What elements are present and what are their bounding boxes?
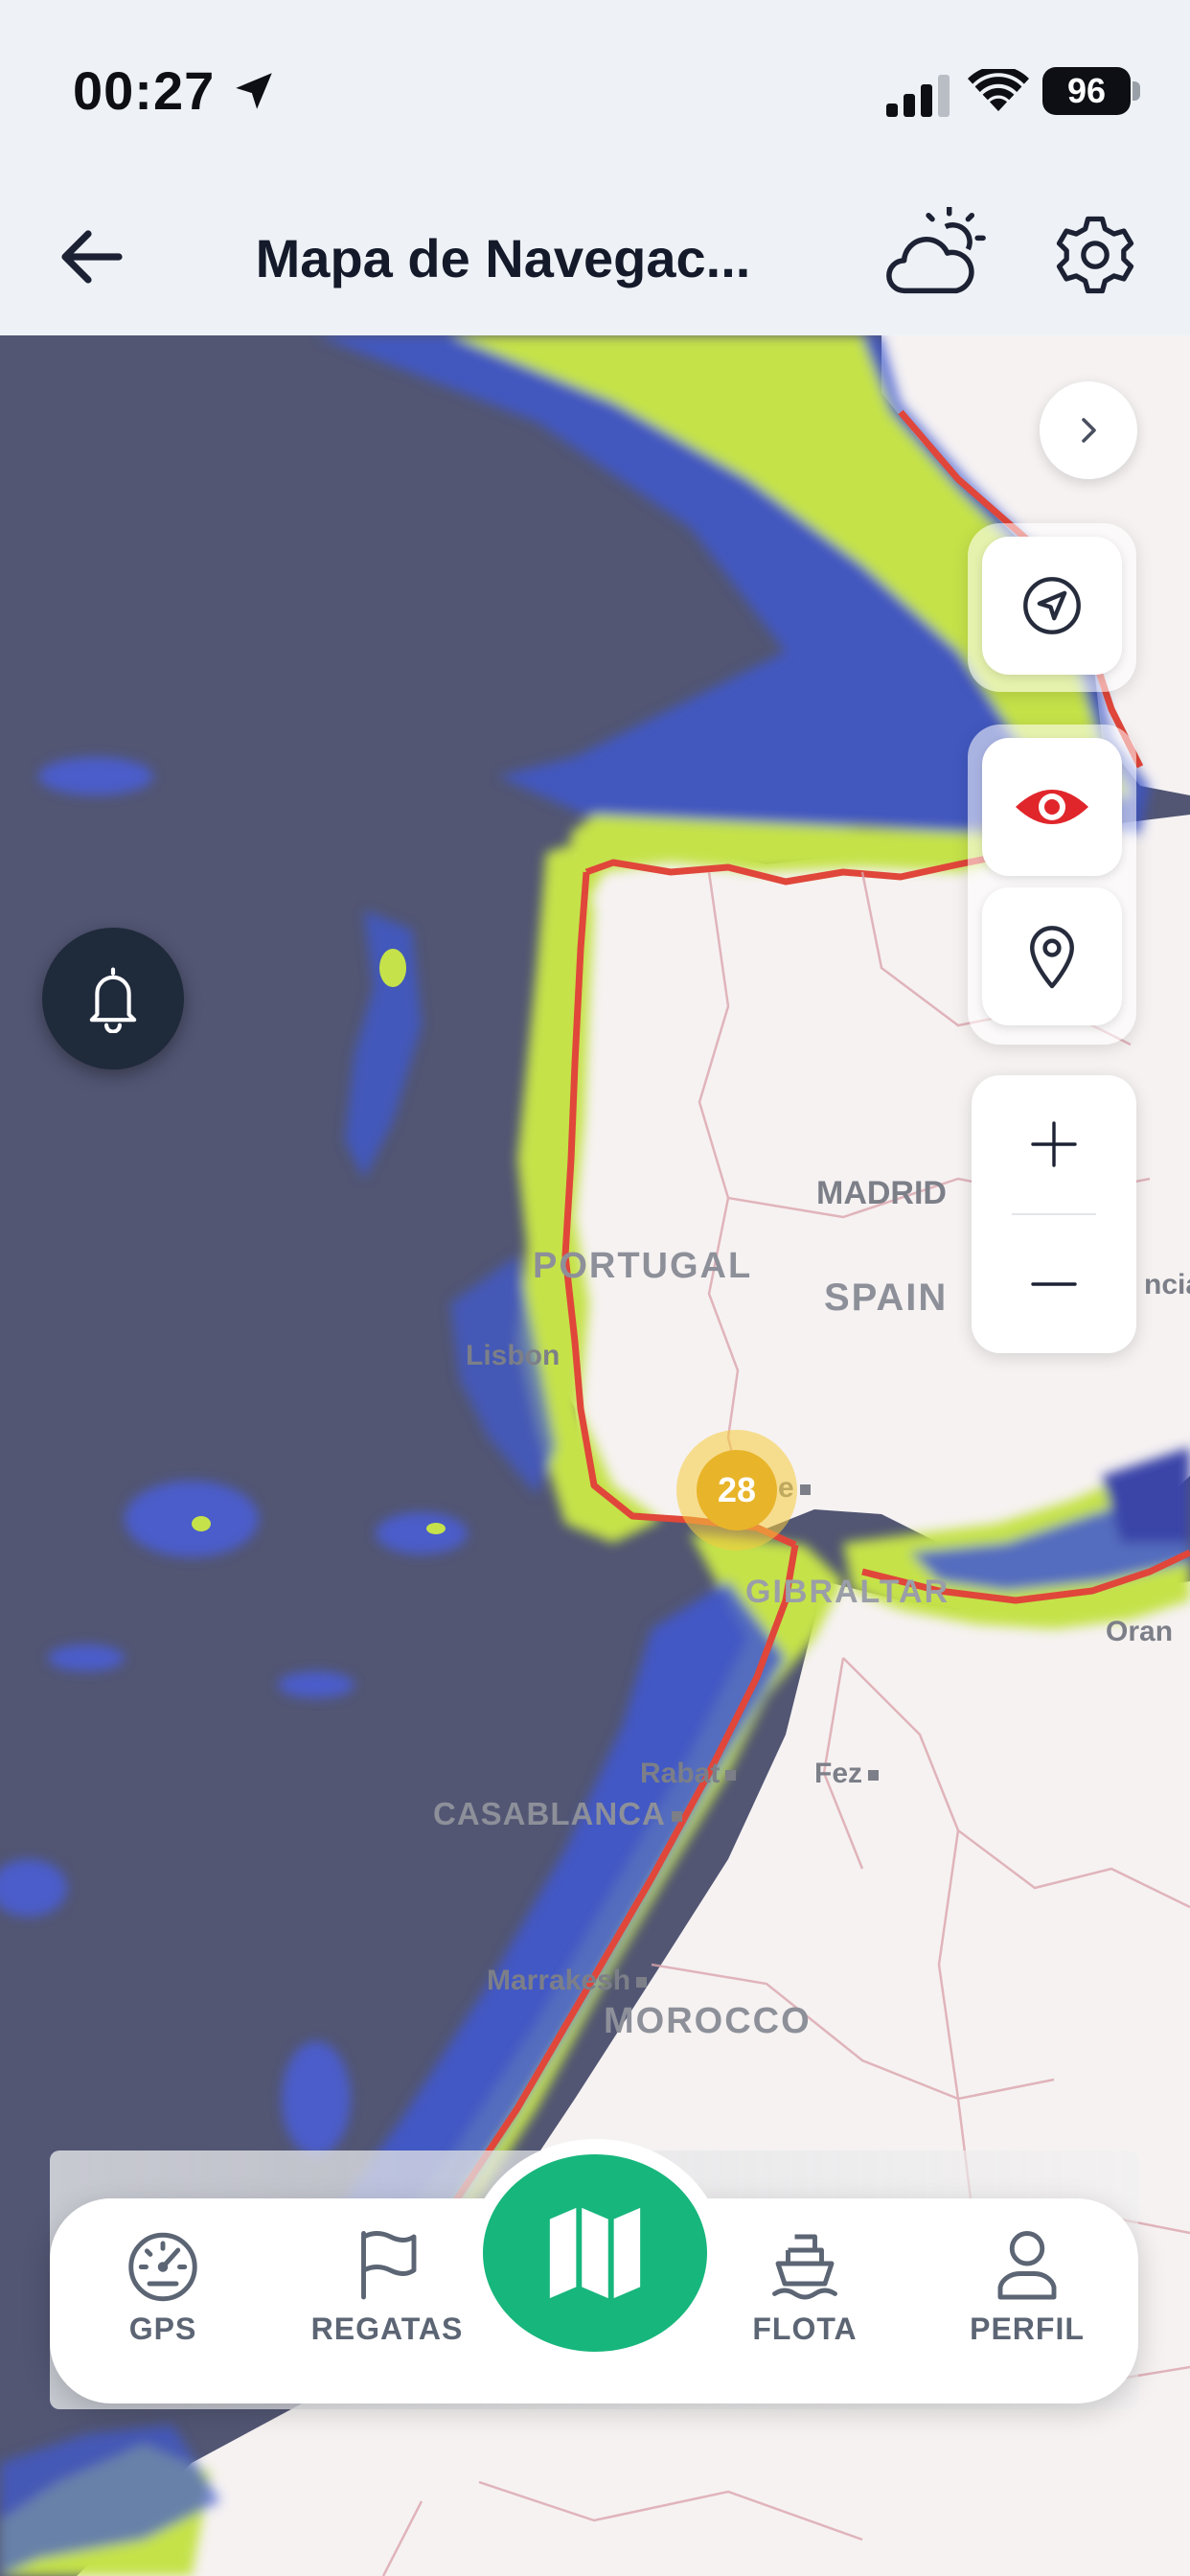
nav-header: Mapa de Navegac... [0, 182, 1190, 335]
label-valencia-partial: ncia [1144, 1269, 1190, 1300]
status-bar: 00:27 96 [0, 0, 1190, 182]
city-dot [636, 1976, 648, 1988]
battery-icon: 96 [1042, 67, 1131, 115]
label-rabat-text: Rabat [640, 1758, 721, 1789]
tab-flota-label: FLOTA [752, 2312, 858, 2346]
drop-pin-button[interactable] [982, 887, 1122, 1025]
status-time: 00:27 [73, 60, 216, 121]
tab-map[interactable] [483, 2154, 707, 2352]
alerts-button[interactable] [42, 928, 184, 1070]
gear-icon[interactable] [1052, 207, 1138, 303]
label-madrid: MADRID [816, 1175, 947, 1211]
map-icon [549, 2207, 641, 2299]
label-portugal: PORTUGAL [533, 1246, 753, 1286]
tab-perfil[interactable]: PERFIL [931, 2225, 1123, 2379]
chevron-right-icon [1082, 418, 1096, 443]
eye-icon [1016, 790, 1088, 824]
bell-icon [89, 967, 137, 1033]
label-morocco: MOROCCO [604, 2001, 812, 2041]
label-fez: Fez [814, 1758, 880, 1790]
signal-icon [886, 75, 950, 117]
page-title: Mapa de Navegac... [255, 228, 751, 288]
label-lisbon: Lisbon [466, 1340, 561, 1371]
label-spain: SPAIN [824, 1276, 949, 1319]
city-dot [725, 1769, 737, 1781]
location-arrow-icon [236, 73, 272, 109]
vessel-cluster-marker[interactable]: 28 [676, 1430, 797, 1551]
tab-regatas-label: REGATAS [310, 2312, 464, 2346]
label-gibraltar: GIBRALTAR [745, 1574, 950, 1610]
label-marrakesh-text: Marrakesh [487, 1965, 631, 1996]
toggle-layer-button[interactable] [982, 738, 1122, 876]
zoom-out-button[interactable] [972, 1215, 1136, 1353]
arrow-left-icon[interactable] [54, 218, 130, 295]
wifi-icon [968, 69, 1029, 111]
label-casablanca: CASABLANCA [433, 1796, 682, 1832]
city-dot [868, 1769, 880, 1781]
partly-cloudy-icon[interactable] [881, 207, 987, 303]
cluster-count: 28 [697, 1450, 777, 1530]
navigation-arrow-icon [1023, 577, 1081, 634]
label-casablanca-text: CASABLANCA [433, 1796, 666, 1831]
battery-nub [1133, 81, 1140, 101]
label-fez-text: Fez [814, 1758, 863, 1789]
label-rabat: Rabat [640, 1758, 737, 1790]
city-dot [799, 1484, 811, 1495]
tab-gps-label: GPS [128, 2312, 197, 2346]
user-icon [997, 2231, 1057, 2300]
minus-icon [1031, 1282, 1077, 1286]
tab-regatas[interactable]: REGATAS [291, 2225, 483, 2379]
city-dot [671, 1810, 682, 1822]
label-oran: Oran [1106, 1616, 1174, 1647]
gauge-icon [128, 2232, 197, 2302]
navigate-button[interactable] [982, 537, 1122, 675]
boat-icon [772, 2234, 837, 2300]
map-pin-icon [1030, 926, 1074, 989]
plus-icon [1031, 1121, 1077, 1167]
flag-icon [361, 2231, 417, 2300]
zoom-control [972, 1075, 1136, 1353]
label-marrakesh: Marrakesh [487, 1965, 648, 1997]
expand-panel-button[interactable] [1040, 381, 1137, 479]
tab-perfil-label: PERFIL [970, 2312, 1085, 2346]
tab-flota[interactable]: FLOTA [709, 2225, 901, 2379]
tab-gps[interactable]: GPS [67, 2225, 259, 2379]
zoom-in-button[interactable] [972, 1075, 1136, 1213]
